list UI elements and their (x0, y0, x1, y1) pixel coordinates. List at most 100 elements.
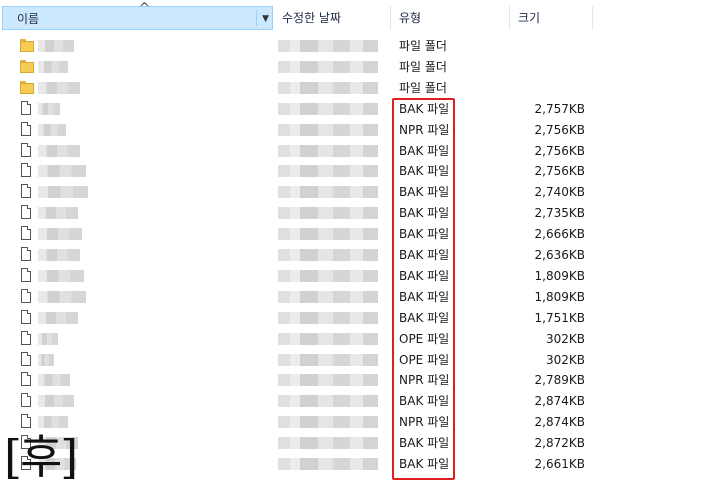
chevron-down-icon[interactable]: ▼ (262, 7, 269, 31)
sort-ascending-icon: ^ (139, 1, 150, 16)
file-icon (21, 288, 31, 303)
file-size-cell: 2,740KB (534, 185, 585, 200)
file-icon (21, 163, 31, 178)
table-row[interactable]: BAK 파일 2,740KB (0, 182, 711, 203)
modified-date-redacted (278, 102, 378, 115)
file-name-redacted (38, 249, 80, 261)
file-name-redacted (38, 290, 86, 303)
file-name-redacted (38, 395, 74, 408)
modified-date-redacted (278, 186, 378, 199)
folder-icon (20, 80, 34, 94)
table-row[interactable]: 파일 폴더 (0, 57, 711, 78)
file-size-cell: 2,874KB (534, 394, 585, 409)
table-row[interactable]: 파일 폴더 (0, 78, 711, 99)
modified-date-redacted (278, 290, 378, 303)
file-size-cell: 2,756KB (534, 122, 585, 137)
file-name-redacted (38, 374, 70, 387)
file-name-redacted (38, 269, 84, 282)
file-size-cell: 2,756KB (534, 164, 585, 179)
file-size-cell: 302KB (545, 352, 585, 367)
table-row[interactable]: BAK 파일 2,756KB (0, 141, 711, 162)
table-row[interactable]: NPR 파일 2,789KB (0, 370, 711, 391)
table-row[interactable]: 파일 폴더 (0, 36, 711, 57)
file-icon (21, 414, 31, 429)
file-icon (21, 267, 31, 282)
column-header-size-label: 크기 (518, 11, 541, 25)
column-header-name[interactable]: ^ 이름 ▼ (2, 1, 273, 31)
modified-date-redacted (278, 311, 378, 324)
file-name-redacted (38, 311, 78, 324)
table-row[interactable]: NPR 파일 2,756KB (0, 120, 711, 141)
modified-date-redacted (278, 416, 378, 429)
modified-date-redacted (278, 60, 378, 73)
file-name-redacted (38, 40, 74, 52)
table-row[interactable]: BAK 파일 2,661KB (0, 454, 711, 475)
file-size-cell: 2,636KB (534, 248, 585, 262)
file-size-cell: 302KB (545, 331, 585, 346)
table-row[interactable]: BAK 파일 2,666KB (0, 224, 711, 245)
column-header-type[interactable]: 유형 (391, 6, 510, 30)
file-icon (21, 393, 31, 408)
table-row[interactable]: BAK 파일 1,809KB (0, 287, 711, 308)
file-size-cell: 2,666KB (534, 227, 585, 242)
highlight-annotation-box (392, 98, 455, 480)
file-icon (21, 226, 31, 241)
table-row[interactable]: BAK 파일 2,735KB (0, 203, 711, 224)
modified-date-redacted (278, 81, 378, 94)
dropdown-separator (256, 10, 257, 26)
table-row[interactable]: BAK 파일 1,809KB (0, 266, 711, 287)
table-row[interactable]: BAK 파일 2,636KB (0, 245, 711, 266)
file-type-cell: 파일 폴더 (399, 80, 447, 95)
modified-date-redacted (278, 437, 378, 450)
file-size-cell: 2,789KB (534, 373, 585, 388)
file-name-redacted (38, 81, 80, 94)
file-name-redacted (38, 165, 86, 178)
file-icon (21, 330, 31, 345)
modified-date-redacted (278, 332, 378, 345)
folder-icon (20, 59, 34, 73)
file-name-redacted (38, 207, 78, 220)
file-icon (21, 247, 31, 261)
column-header-size[interactable]: 크기 (510, 6, 593, 30)
modified-date-redacted (278, 249, 378, 261)
modified-date-redacted (278, 269, 378, 282)
file-name-redacted (38, 332, 58, 345)
file-icon (21, 351, 31, 366)
file-name-redacted (38, 186, 88, 199)
file-name-redacted (38, 228, 82, 241)
column-header-date-label: 수정한 날짜 (282, 11, 342, 25)
file-icon (21, 100, 31, 115)
file-name-redacted (38, 144, 80, 157)
file-name-redacted (38, 60, 68, 73)
file-icon (21, 184, 31, 199)
file-icon (21, 309, 31, 324)
table-row[interactable]: NPR 파일 2,874KB (0, 412, 711, 433)
file-size-cell: 2,872KB (534, 436, 585, 451)
column-header-date[interactable]: 수정한 날짜 (274, 6, 391, 30)
file-size-cell: 1,751KB (534, 310, 585, 325)
file-name-redacted (38, 353, 54, 366)
file-icon (21, 142, 31, 157)
modified-date-redacted (278, 207, 378, 220)
table-row[interactable]: BAK 파일 2,874KB (0, 391, 711, 412)
table-row[interactable]: OPE 파일 302KB (0, 329, 711, 350)
modified-date-redacted (278, 40, 378, 52)
table-row[interactable]: OPE 파일 302KB (0, 350, 711, 371)
modified-date-redacted (278, 123, 378, 136)
table-row[interactable]: BAK 파일 2,872KB (0, 433, 711, 454)
column-header-type-label: 유형 (399, 11, 422, 25)
file-size-cell: 1,809KB (534, 268, 585, 283)
file-name-redacted (38, 123, 66, 136)
file-size-cell: 1,809KB (534, 289, 585, 304)
table-row[interactable]: BAK 파일 1,751KB (0, 308, 711, 329)
table-row[interactable]: BAK 파일 2,757KB (0, 99, 711, 120)
file-type-cell: 파일 폴더 (399, 39, 447, 53)
modified-date-redacted (278, 353, 378, 366)
modified-date-redacted (278, 374, 378, 387)
modified-date-redacted (278, 458, 378, 470)
file-size-cell: 2,757KB (534, 101, 585, 116)
watermark-logo: [후] (4, 430, 78, 484)
column-header-bar: ^ 이름 ▼ 수정한 날짜 유형 크기 (0, 0, 711, 32)
table-row[interactable]: BAK 파일 2,756KB (0, 161, 711, 182)
folder-icon (20, 39, 34, 52)
